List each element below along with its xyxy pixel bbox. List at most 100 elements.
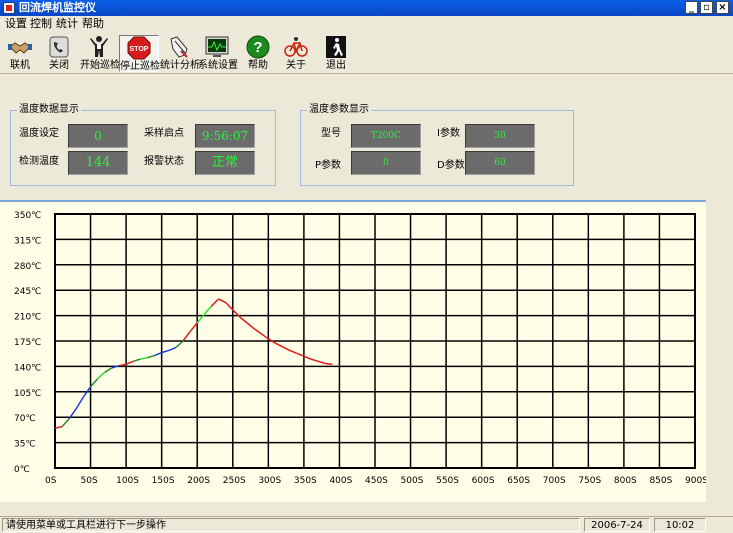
about-button[interactable]: 关于 <box>278 35 314 72</box>
temperature-curve-segment <box>218 298 227 304</box>
toolbar: 联机 关闭 开始巡检 STOP 停止巡检 统计分析 系统设置 ? 帮助 关于 退… <box>0 32 733 74</box>
i-param-display: 30 <box>465 124 535 148</box>
y-tick-label: 350℃ <box>14 211 41 221</box>
d-param-label: D参数 <box>437 160 465 171</box>
system-settings-button[interactable]: 系统设置 <box>198 35 238 72</box>
temperature-curve-segment <box>168 346 177 352</box>
system-settings-label: 系统设置 <box>198 60 238 71</box>
temperature-curve-segment <box>54 425 63 429</box>
menu-help[interactable]: 帮助 <box>82 17 104 31</box>
menu-bar: 设置 控制 统计 帮助 <box>0 16 733 32</box>
temperature-curve-segment <box>225 302 234 311</box>
temperature-curve-segment <box>75 396 85 409</box>
person-arms-up-icon <box>90 36 108 57</box>
close-button[interactable]: × <box>716 1 729 14</box>
temperature-curve-segment <box>317 360 326 365</box>
stop-sign-icon: STOP <box>127 36 151 60</box>
temperature-curve-segment <box>125 360 134 365</box>
stop-sign-text: STOP <box>130 46 149 53</box>
setpoint-label: 温度设定 <box>19 128 59 139</box>
sample-start-label: 采样启点 <box>144 128 184 139</box>
i-param-label: I参数 <box>437 128 460 139</box>
temperature-curve-segment <box>253 328 262 335</box>
temperature-data-panel: 温度数据显示 温度设定 0 采样启点 9:56:07 检测温度 144 报警状态… <box>10 104 276 186</box>
measured-temp-label: 检测温度 <box>19 156 59 167</box>
minimize-button[interactable]: _ <box>685 1 698 14</box>
app-window: 回流焊机监控仪 _ ▫ × 设置 控制 统计 帮助 联机 关闭 开始巡检 STO… <box>0 0 733 532</box>
temperature-chart-area: 0S 50S 100S 150S 200S 250S 300S 350S 400S 450S 500… <box>0 200 706 502</box>
vertical-scrollbar[interactable] <box>706 200 733 516</box>
menu-settings[interactable]: 设置 <box>5 17 27 31</box>
temperature-curve-segment <box>89 378 99 388</box>
x-tick-label: 500S <box>401 476 424 486</box>
x-tick-label: 800S <box>614 476 637 486</box>
monitor-wave-icon <box>205 36 229 57</box>
y-tick-label: 315℃ <box>14 236 41 246</box>
x-tick-label: 250S <box>223 476 246 486</box>
menu-statistics[interactable]: 统计 <box>56 17 78 31</box>
connect-label: 联机 <box>10 60 30 71</box>
y-tick-label: 0℃ <box>14 465 30 475</box>
title-bar[interactable]: 回流焊机监控仪 _ ▫ × <box>0 0 733 16</box>
stop-patrol-button[interactable]: STOP 停止巡检 <box>119 35 160 72</box>
d-param-display: 60 <box>465 151 535 175</box>
status-bar: 请使用菜单或工具栏进行下一步操作 2006-7-24 10:02 <box>0 516 733 532</box>
temperature-param-panel-title: 温度参数显示 <box>307 104 371 116</box>
app-icon[interactable] <box>3 2 15 14</box>
x-tick-label: 550S <box>436 476 459 486</box>
x-tick-label: 0S <box>45 476 57 486</box>
help-button[interactable]: ? 帮助 <box>240 35 276 72</box>
temperature-curve-segment <box>104 367 113 373</box>
temperature-curve-segment <box>296 352 305 357</box>
connect-button[interactable]: 联机 <box>2 35 38 72</box>
temperature-curve-segment <box>210 298 220 307</box>
x-tick-label: 400S <box>329 476 352 486</box>
temperature-curve-segment <box>161 349 169 354</box>
temperature-curve-segment <box>147 354 155 359</box>
temperature-curve-segment <box>97 371 106 380</box>
start-patrol-button[interactable]: 开始巡检 <box>80 35 120 72</box>
x-tick-label: 850S <box>649 476 672 486</box>
y-tick-label: 245℃ <box>14 287 41 297</box>
y-tick-label: 210℃ <box>14 313 41 323</box>
help-label: 帮助 <box>248 60 268 71</box>
temperature-curve-segment <box>325 362 333 365</box>
x-tick-label: 300S <box>258 476 281 486</box>
x-tick-label: 600S <box>472 476 495 486</box>
status-time: 10:02 <box>654 518 706 532</box>
temperature-curve-segment <box>310 358 319 363</box>
temperature-curve-segment <box>133 358 141 363</box>
exit-person-icon <box>326 36 346 58</box>
model-display: T200C <box>351 124 421 148</box>
maximize-button[interactable]: ▫ <box>700 1 713 14</box>
p-param-display: 0 <box>351 151 421 175</box>
menu-control[interactable]: 控制 <box>30 17 52 31</box>
x-tick-label: 200S <box>187 476 210 486</box>
exit-button[interactable]: 退出 <box>318 35 354 72</box>
phone-icon <box>49 36 69 58</box>
help-icon: ? <box>246 35 270 59</box>
setpoint-display: 0 <box>68 124 128 148</box>
close-connection-label: 关闭 <box>49 60 69 71</box>
about-label: 关于 <box>286 60 306 71</box>
x-tick-label: 750S <box>578 476 601 486</box>
temperature-curve-segment <box>303 355 312 360</box>
temperature-curve-segment <box>118 363 127 367</box>
statistics-button[interactable]: 统计分析 <box>160 35 200 72</box>
status-message: 请使用菜单或工具栏进行下一步操作 <box>2 518 580 532</box>
statistics-label: 统计分析 <box>160 60 200 71</box>
y-tick-label: 175℃ <box>14 338 41 348</box>
close-connection-button[interactable]: 关闭 <box>41 35 77 72</box>
model-label: 型号 <box>321 128 341 139</box>
temperature-param-panel: 温度参数显示 型号 T200C I参数 30 P参数 0 D参数 60 <box>300 104 574 186</box>
temperature-curve-segment <box>182 331 191 342</box>
x-tick-label: 900S <box>685 476 706 486</box>
temperature-curve-segment <box>282 346 291 352</box>
hand-pen-icon <box>170 36 188 58</box>
alarm-status-label: 报警状态 <box>144 156 184 167</box>
temperature-curve-segment <box>154 351 162 357</box>
x-tick-label: 650S <box>507 476 530 486</box>
temperature-data-panel-title: 温度数据显示 <box>17 104 81 116</box>
temperature-curve-segment <box>175 340 184 349</box>
temperature-chart: 0S 50S 100S 150S 200S 250S 300S 350S 400S 450S 500… <box>14 211 706 486</box>
